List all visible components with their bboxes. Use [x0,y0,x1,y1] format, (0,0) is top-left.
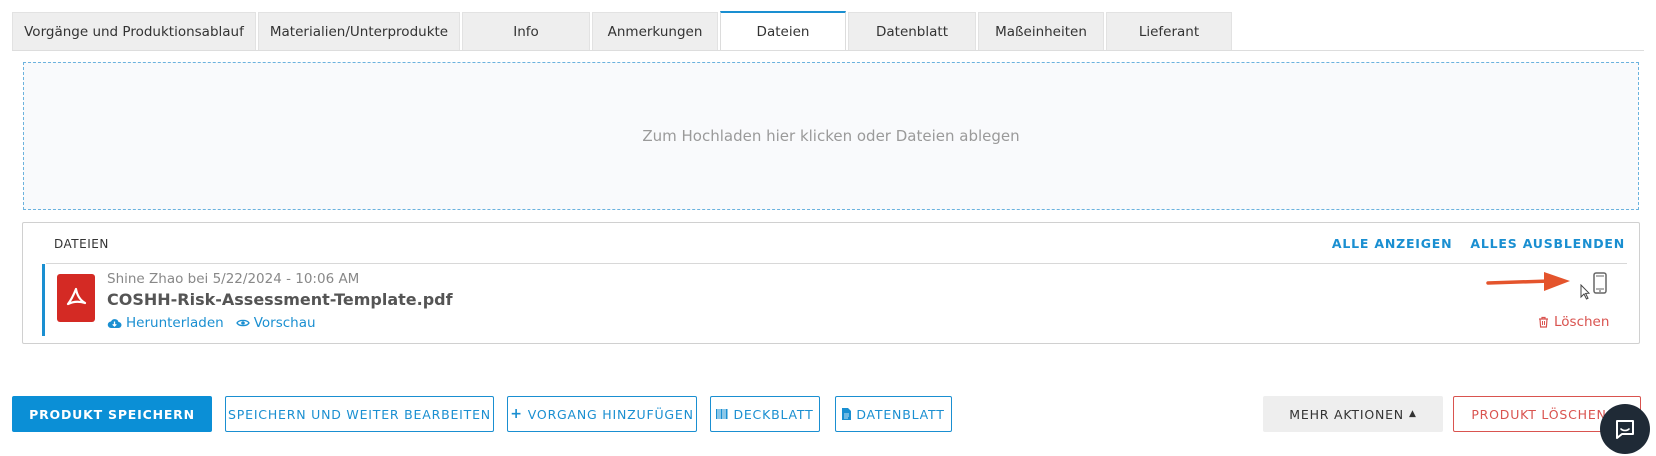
plus-icon: + [510,406,523,422]
tab-dateien[interactable]: Dateien [720,11,846,51]
tab-bar: Vorgänge und Produktionsablauf Materiali… [12,11,1234,51]
chat-widget-button[interactable] [1600,404,1650,454]
save-continue-button[interactable]: SPEICHERN UND WEITER BEARBEITEN [225,396,494,432]
annotation-arrow-icon [1486,272,1570,291]
files-panel-title: DATEIEN [54,237,109,251]
document-icon [842,408,852,420]
delete-file-label: Löschen [1554,314,1610,330]
save-product-button[interactable]: PRODUKT SPEICHERN [12,396,212,432]
delete-file-link[interactable]: Löschen [1538,314,1609,330]
file-dropzone[interactable]: Zum Hochladen hier klicken oder Dateien … [23,62,1639,210]
mouse-cursor-icon [1580,284,1590,300]
tab-masseinheiten[interactable]: Maßeinheiten [978,12,1104,50]
preview-link[interactable]: Vorschau [235,315,316,331]
download-label: Herunterladen [126,315,224,331]
file-item: Shine Zhao bei 5/22/2024 - 10:06 AM COSH… [42,264,1627,336]
chat-icon [1616,420,1634,439]
more-actions-button[interactable]: MEHR AKTIONEN ▲ [1263,396,1443,432]
show-all-link[interactable]: ALLE ANZEIGEN [1332,236,1453,251]
preview-label: Vorschau [253,315,316,331]
file-name: COSHH-Risk-Assessment-Template.pdf [107,290,453,309]
tab-divider [12,50,1644,51]
add-operation-button[interactable]: + VORGANG HINZUFÜGEN [507,396,697,432]
more-actions-label: MEHR AKTIONEN [1289,406,1404,422]
save-product-label: PRODUKT SPEICHERN [29,406,195,422]
download-link[interactable]: Herunterladen [107,315,224,331]
cover-sheet-label: DECKBLATT [733,406,814,422]
tab-vorgaenge[interactable]: Vorgänge und Produktionsablauf [12,12,256,50]
barcode-icon [716,409,728,419]
cover-sheet-button[interactable]: DECKBLATT [710,396,820,432]
save-continue-label: SPEICHERN UND WEITER BEARBEITEN [228,406,491,422]
pdf-file-icon [57,274,95,322]
datasheet-button[interactable]: DATENBLATT [835,396,952,432]
trash-icon [1539,316,1548,328]
files-panel: DATEIEN ALLE ANZEIGEN ALLES AUSBLENDEN S… [22,222,1640,344]
tab-info[interactable]: Info [462,12,590,50]
mobile-device-icon[interactable] [1593,272,1607,294]
file-uploader-meta: Shine Zhao bei 5/22/2024 - 10:06 AM [107,271,360,287]
caret-up-icon: ▲ [1408,409,1417,419]
delete-product-label: PRODUKT LÖSCHEN [1471,406,1607,422]
dropzone-text: Zum Hochladen hier klicken oder Dateien … [642,127,1020,145]
cloud-download-icon [107,319,122,328]
eye-icon [235,319,250,327]
datasheet-label: DATENBLATT [856,406,945,422]
tab-anmerkungen[interactable]: Anmerkungen [592,12,718,50]
tab-lieferant[interactable]: Lieferant [1106,12,1232,50]
hide-all-link[interactable]: ALLES AUSBLENDEN [1470,236,1625,251]
tab-datenblatt[interactable]: Datenblatt [848,12,976,50]
tab-materialien[interactable]: Materialien/Unterprodukte [258,12,460,50]
add-operation-label: VORGANG HINZUFÜGEN [527,406,694,422]
